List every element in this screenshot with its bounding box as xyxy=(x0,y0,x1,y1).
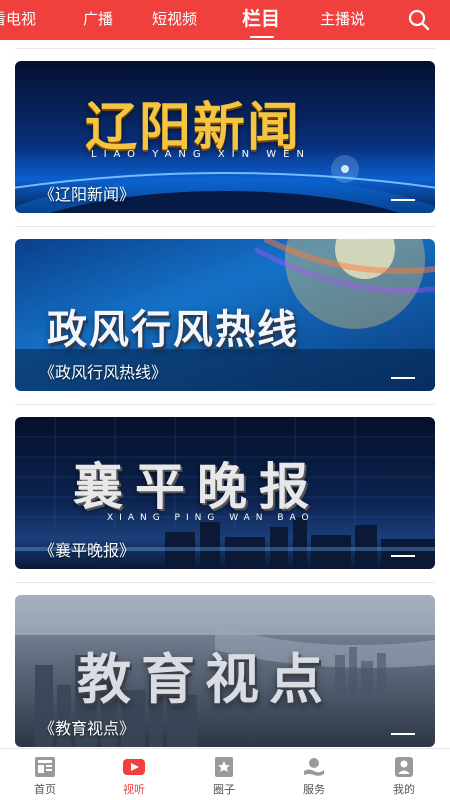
bottom-nav-label: 服务 xyxy=(303,783,325,796)
search-button[interactable] xyxy=(407,8,431,32)
star-icon xyxy=(215,757,233,777)
play-icon xyxy=(123,759,145,775)
tab-columns[interactable]: 栏目 xyxy=(242,0,280,40)
divider xyxy=(15,48,435,49)
program-card-label: 《教育视点》 xyxy=(39,719,136,738)
bottom-nav-label: 我的 xyxy=(393,783,415,796)
tab-tv[interactable]: 看电视 xyxy=(0,0,36,40)
program-card-label: 《辽阳新闻》 xyxy=(39,185,136,204)
active-tab-indicator xyxy=(250,36,274,38)
program-card-label: 《襄平晚报》 xyxy=(39,541,136,560)
tab-anchor-talk[interactable]: 主播说 xyxy=(320,0,365,40)
program-art-title: 襄平晚报 xyxy=(73,457,321,516)
bottom-nav-label: 圈子 xyxy=(213,783,235,796)
bottom-nav-home[interactable]: 首页 xyxy=(15,753,75,799)
bottom-nav-circle[interactable]: 圈子 xyxy=(194,753,254,799)
divider xyxy=(15,404,435,405)
program-card-education[interactable]: 教育视点 《教育视点》 xyxy=(15,595,435,747)
card-indicator xyxy=(391,733,415,735)
service-icon xyxy=(304,758,324,776)
bottom-nav-label: 首页 xyxy=(34,783,56,796)
bottom-nav-media[interactable]: 视听 xyxy=(104,753,164,799)
home-icon xyxy=(35,757,55,777)
tab-short-video[interactable]: 短视频 xyxy=(152,0,197,40)
program-art-subtitle: LIAO YANG XIN WEN xyxy=(91,149,311,160)
card-indicator xyxy=(391,199,415,201)
program-art-title: 教育视点 xyxy=(77,647,333,711)
program-card-label: 《政风行风热线》 xyxy=(39,363,168,382)
program-art-subtitle: XIANG PING WAN BAO xyxy=(107,513,315,523)
bottom-nav-profile[interactable]: 我的 xyxy=(374,753,434,799)
search-icon xyxy=(408,9,430,31)
program-card-xiangping-evening[interactable]: 襄平晚报 XIANG PING WAN BAO 《襄平晚报》 xyxy=(15,417,435,569)
program-art-title: 政风行风热线 xyxy=(47,306,299,353)
card-indicator xyxy=(391,555,415,557)
divider xyxy=(15,226,435,227)
top-nav-bar: 看电视 广播 短视频 栏目 主播说 xyxy=(0,0,450,40)
bottom-nav-bar: 首页 视听 圈子 服务 我的 xyxy=(0,748,450,800)
bottom-nav-label: 视听 xyxy=(123,783,145,796)
program-card-hotline[interactable]: 政风行风热线 《政风行风热线》 xyxy=(15,239,435,391)
program-list: 辽阳新闻 LIAO YANG XIN WEN 《辽阳新闻》 政风行风热线 《政风… xyxy=(0,40,450,748)
divider xyxy=(15,582,435,583)
program-card-liaoyang-news[interactable]: 辽阳新闻 LIAO YANG XIN WEN 《辽阳新闻》 xyxy=(15,61,435,213)
card-indicator xyxy=(391,377,415,379)
bottom-nav-service[interactable]: 服务 xyxy=(284,753,344,799)
tab-radio[interactable]: 广播 xyxy=(83,0,113,40)
user-icon xyxy=(395,757,413,777)
